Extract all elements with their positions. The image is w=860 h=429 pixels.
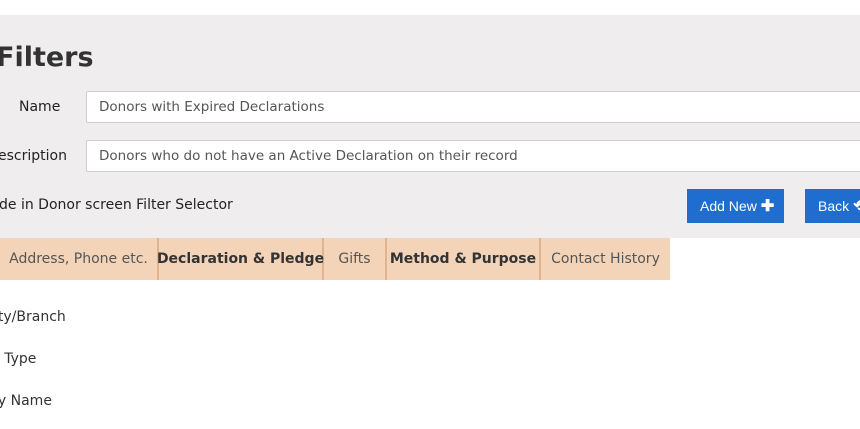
add-new-label: Add New: [700, 198, 757, 214]
page-title: Filters: [0, 42, 94, 73]
refresh-icon: ⟲: [853, 198, 860, 215]
description-label: escription: [0, 148, 67, 164]
name-field[interactable]: [86, 91, 860, 123]
field-label-family-name: ly Name: [0, 393, 52, 409]
tab-label: Method & Purpose: [389, 251, 537, 267]
add-new-button[interactable]: Add New ✚: [687, 189, 784, 223]
tab-contact-history[interactable]: Contact History: [541, 238, 670, 280]
back-button[interactable]: Back ⟲: [805, 189, 860, 223]
back-label: Back: [818, 198, 850, 214]
include-in-filter-selector-label: de in Donor screen Filter Selector: [0, 197, 233, 213]
plus-icon: ✚: [760, 198, 775, 215]
description-field[interactable]: [86, 140, 860, 172]
tab-gifts[interactable]: Gifts: [324, 238, 387, 280]
name-label: Name: [19, 99, 61, 115]
tab-label: Declaration & Pledge: [156, 251, 325, 267]
tab-declaration-pledge[interactable]: Declaration & Pledge: [156, 238, 325, 280]
tab-label: Contact History: [551, 251, 660, 267]
tab-label: Gifts: [338, 251, 371, 267]
field-label-donor-type: r Type: [0, 351, 37, 367]
tab-address-phone[interactable]: Address, Phone etc.: [0, 238, 159, 280]
filter-tabs: Address, Phone etc. Declaration & Pledge…: [0, 238, 670, 280]
field-label-city-branch: ity/Branch: [0, 309, 66, 325]
tab-label: Address, Phone etc.: [9, 251, 148, 267]
tab-method-purpose[interactable]: Method & Purpose: [387, 238, 541, 280]
